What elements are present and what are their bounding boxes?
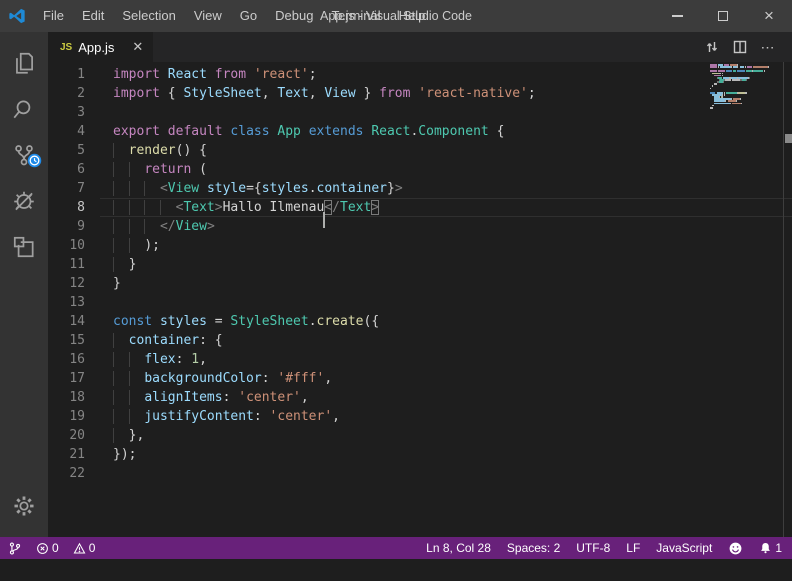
scm-clock-badge xyxy=(27,153,42,173)
activity-bar xyxy=(0,32,48,537)
vscode-logo-icon xyxy=(0,7,34,25)
extensions-icon[interactable] xyxy=(0,224,48,270)
titlebar: FileEditSelectionViewGoDebugTerminalHelp… xyxy=(0,0,792,32)
encoding[interactable]: UTF-8 xyxy=(576,541,610,555)
menu-edit[interactable]: Edit xyxy=(73,0,113,32)
indentation[interactable]: Spaces: 2 xyxy=(507,541,560,555)
split-editor-icon[interactable] xyxy=(726,32,754,62)
code-line[interactable]: 17 backgroundColor: '#fff', xyxy=(48,369,792,388)
more-actions-icon[interactable]: ⋯ xyxy=(754,32,782,62)
line-number[interactable]: 9 xyxy=(48,217,100,236)
code-line[interactable]: 22 xyxy=(48,464,792,483)
eol[interactable]: LF xyxy=(626,541,640,555)
explorer-icon[interactable] xyxy=(0,40,48,86)
line-number[interactable]: 4 xyxy=(48,122,100,141)
feedback-smiley-icon[interactable] xyxy=(728,541,743,556)
minimize-button[interactable] xyxy=(654,0,700,32)
window-title: App.js - Visual Studio Code xyxy=(320,9,472,23)
source-control-icon[interactable] xyxy=(0,132,48,178)
line-number[interactable]: 3 xyxy=(48,103,100,122)
code-line[interactable]: 16 flex: 1, xyxy=(48,350,792,369)
code-line[interactable]: 14const styles = StyleSheet.create({ xyxy=(48,312,792,331)
editor-actions: ⋯ xyxy=(698,32,792,62)
line-number[interactable]: 18 xyxy=(48,388,100,407)
line-number[interactable]: 17 xyxy=(48,369,100,388)
code-lines: 1import React from 'react';2import { Sty… xyxy=(48,65,792,483)
line-number[interactable]: 21 xyxy=(48,445,100,464)
menu-view[interactable]: View xyxy=(185,0,231,32)
cursor-marker xyxy=(785,134,792,143)
code-line[interactable]: 1import React from 'react'; xyxy=(48,65,792,84)
line-number[interactable]: 20 xyxy=(48,426,100,445)
code-line[interactable]: 13 xyxy=(48,293,792,312)
line-number[interactable]: 6 xyxy=(48,160,100,179)
debug-icon[interactable] xyxy=(0,178,48,224)
line-number[interactable]: 7 xyxy=(48,179,100,198)
cursor-position[interactable]: Ln 8, Col 28 xyxy=(426,541,491,555)
code-line[interactable]: 20 }, xyxy=(48,426,792,445)
line-number[interactable]: 19 xyxy=(48,407,100,426)
code-line[interactable]: 3 xyxy=(48,103,792,122)
line-number[interactable]: 1 xyxy=(48,65,100,84)
line-number[interactable]: 14 xyxy=(48,312,100,331)
line-number[interactable]: 12 xyxy=(48,274,100,293)
line-number[interactable]: 11 xyxy=(48,255,100,274)
code-line[interactable]: 5 render() { xyxy=(48,141,792,160)
menu-file[interactable]: File xyxy=(34,0,73,32)
code-line[interactable]: 10 ); xyxy=(48,236,792,255)
tab-appjs[interactable]: JS App.js ✕ xyxy=(48,32,153,62)
minimap[interactable] xyxy=(710,64,782,111)
overview-ruler[interactable] xyxy=(783,62,792,537)
menu-selection[interactable]: Selection xyxy=(113,0,184,32)
code-line[interactable]: 6 return ( xyxy=(48,160,792,179)
editor[interactable]: 1import React from 'react';2import { Sty… xyxy=(48,62,792,537)
settings-gear-icon[interactable] xyxy=(0,483,48,529)
language-mode[interactable]: JavaScript xyxy=(656,541,712,555)
warnings-item[interactable]: 0 xyxy=(73,541,96,555)
warning-icon xyxy=(73,542,86,555)
line-number[interactable]: 22 xyxy=(48,464,100,483)
code-line[interactable]: 12} xyxy=(48,274,792,293)
code-line[interactable]: 8 <Text>Hallo Ilmenau</Text> xyxy=(48,198,792,217)
line-number[interactable]: 13 xyxy=(48,293,100,312)
code-line[interactable]: 18 alignItems: 'center', xyxy=(48,388,792,407)
sync-icon[interactable] xyxy=(698,32,726,62)
errors-item[interactable]: 0 xyxy=(36,541,59,555)
search-icon[interactable] xyxy=(0,86,48,132)
tab-label: App.js xyxy=(78,40,114,55)
js-file-icon: JS xyxy=(60,42,72,53)
line-number[interactable]: 8 xyxy=(48,198,100,217)
error-icon xyxy=(36,542,49,555)
menu-go[interactable]: Go xyxy=(231,0,266,32)
code-line[interactable]: 19 justifyContent: 'center', xyxy=(48,407,792,426)
tab-bar: JS App.js ✕ ⋯ xyxy=(48,32,792,62)
notifications-bell[interactable]: 1 xyxy=(759,541,782,555)
errors-count: 0 xyxy=(52,541,59,555)
code-line[interactable]: 15 container: { xyxy=(48,331,792,350)
line-number[interactable]: 16 xyxy=(48,350,100,369)
line-number[interactable]: 2 xyxy=(48,84,100,103)
git-branch-icon[interactable] xyxy=(8,541,22,556)
warnings-count: 0 xyxy=(89,541,96,555)
status-bar: 0 0 Ln 8, Col 28 Spaces: 2 UTF-8 LF Java… xyxy=(0,537,792,559)
code-line[interactable]: 11 } xyxy=(48,255,792,274)
line-number[interactable]: 10 xyxy=(48,236,100,255)
line-number[interactable]: 15 xyxy=(48,331,100,350)
line-number[interactable]: 5 xyxy=(48,141,100,160)
code-line[interactable]: 2import { StyleSheet, Text, View } from … xyxy=(48,84,792,103)
code-line[interactable]: 4export default class App extends React.… xyxy=(48,122,792,141)
code-line[interactable]: 21}); xyxy=(48,445,792,464)
code-line[interactable]: 9 </View> xyxy=(48,217,792,236)
tab-close-icon[interactable]: ✕ xyxy=(132,39,143,55)
notification-count: 1 xyxy=(775,541,782,555)
close-button[interactable]: × xyxy=(746,0,792,32)
maximize-button[interactable] xyxy=(700,0,746,32)
menu-debug[interactable]: Debug xyxy=(266,0,322,32)
code-line[interactable]: 7 <View style={styles.container}> xyxy=(48,179,792,198)
